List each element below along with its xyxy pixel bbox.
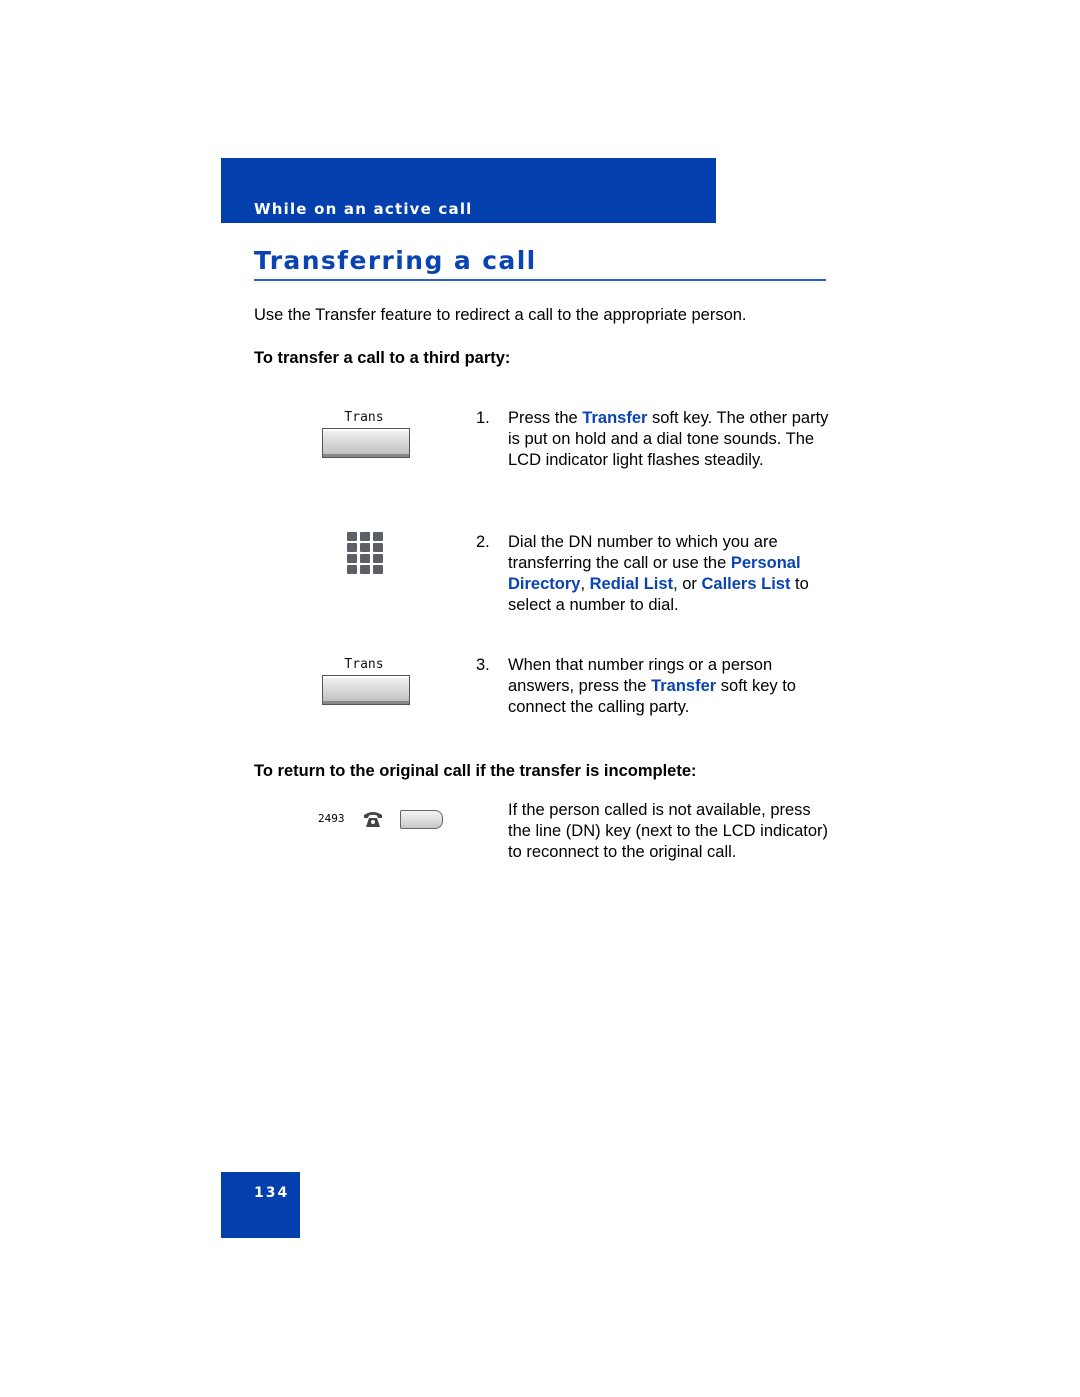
section-title: While on an active call <box>254 200 473 218</box>
step-number: 3. <box>476 656 490 674</box>
section-header-band: While on an active call <box>221 158 716 223</box>
dialpad-icon <box>347 532 383 574</box>
title-underline <box>254 279 826 281</box>
return-text: If the person called is not available, p… <box>508 801 829 861</box>
step-3: 3. When that number rings or a person an… <box>476 655 836 718</box>
soft-key-label: Trans <box>344 657 384 672</box>
step-2: 2. Dial the DN number to which you are t… <box>476 532 836 616</box>
dn-number: 2493 <box>318 812 345 825</box>
page-title: Transferring a call <box>254 246 537 275</box>
procedure-heading-return: To return to the original call if the tr… <box>254 762 697 780</box>
step-number: 1. <box>476 409 490 427</box>
page-number-box: 134 <box>221 1172 300 1238</box>
return-instructions: If the person called is not available, p… <box>508 800 838 863</box>
procedure-heading-transfer: To transfer a call to a third party: <box>254 349 511 367</box>
soft-key-button-icon <box>322 675 410 705</box>
page-number: 134 <box>254 1185 290 1201</box>
text-run: Press the <box>508 409 583 427</box>
transfer-soft-key: Trans <box>322 657 410 705</box>
soft-key-button-icon <box>322 428 410 458</box>
intro-paragraph: Use the Transfer feature to redirect a c… <box>254 306 747 324</box>
telephone-icon <box>364 812 382 827</box>
keyword-transfer: Transfer <box>651 677 717 695</box>
step-1: 1. Press the Transfer soft key. The othe… <box>476 408 836 471</box>
soft-key-label: Trans <box>344 410 384 425</box>
step-number: 2. <box>476 533 490 551</box>
step-text: Dial the DN number to which you are tran… <box>508 532 836 616</box>
step-text: When that number rings or a person answe… <box>508 655 836 718</box>
keyword-callers-list: Callers List <box>701 575 791 593</box>
text-run: , <box>580 575 590 593</box>
line-key-icon <box>400 810 443 829</box>
keyword-redial-list: Redial List <box>589 575 674 593</box>
keyword-transfer: Transfer <box>582 409 648 427</box>
text-run: , or <box>673 575 702 593</box>
transfer-soft-key: Trans <box>322 410 410 458</box>
step-text: Press the Transfer soft key. The other p… <box>508 408 836 471</box>
